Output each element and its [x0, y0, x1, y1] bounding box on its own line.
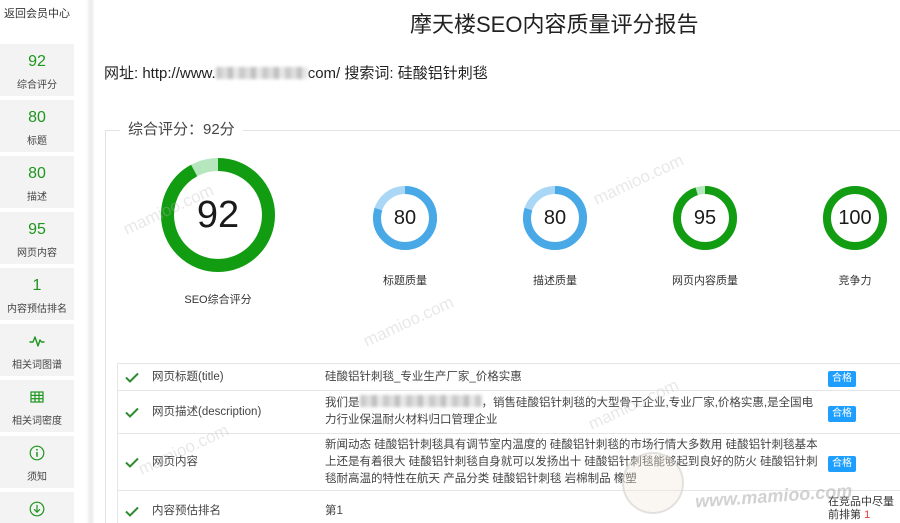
url-suffix: com/ [307, 65, 341, 82]
sidebar-item-label: 标题 [27, 136, 47, 147]
row-check [118, 491, 150, 517]
sidebar-item-related-word-density[interactable]: 相关词密度 [0, 380, 74, 432]
sidebar-item-value: 80 [28, 165, 46, 182]
url-line: 网址: http://www. com/ 搜索词: 硅酸铝针刺毯 [104, 64, 488, 84]
rank-note-value: 1 [864, 509, 871, 521]
rank-note-label: 前排第 [828, 509, 861, 521]
sidebar-item-content-score[interactable]: 95 网页内容 [0, 212, 74, 264]
check-icon [125, 506, 139, 517]
sidebar-item-label: 相关词图谱 [12, 360, 62, 371]
status-badge: 合格 [828, 405, 856, 422]
row-name: 网页标题(title) [152, 370, 224, 383]
rank-note-position: 前排第 1 [828, 509, 900, 522]
sidebar-item-notice[interactable]: 须知 [0, 436, 74, 488]
row-name: 网页内容 [152, 455, 198, 468]
row-value: 新闻动态 硅酸铝针刺毯具有调节室内温度的 硅酸铝针刺毯的市场行情大多数用 硅酸铝… [325, 438, 818, 485]
row-status: 合格 [825, 403, 900, 422]
status-badge: 合格 [828, 455, 856, 472]
status-badge: 合格 [828, 370, 856, 387]
gauge-value: 100 [838, 207, 872, 229]
sidebar-item-title-score[interactable]: 80 标题 [0, 100, 74, 152]
check-icon [125, 407, 139, 418]
info-icon [29, 445, 45, 461]
overall-score-legend: 综合评分：92分 [120, 120, 243, 140]
sidebar-item-value: 92 [28, 53, 46, 70]
sidebar: 返回会员中心 92 综合评分 80 标题 80 描述 95 网页内容 1 内容预… [0, 0, 75, 523]
check-icon [125, 372, 139, 383]
gauge-value: 92 [196, 194, 240, 236]
gauge-title-quality: 80 标题质量 [360, 185, 450, 289]
check-icon [125, 457, 139, 468]
sidebar-item-label: 相关词密度 [12, 416, 62, 427]
pulse-icon [29, 333, 45, 349]
gauge-label: 标题质量 [383, 275, 427, 287]
gauge-value: 95 [693, 207, 717, 229]
sidebar-item-label: 描述 [27, 192, 47, 203]
gauge-label: 网页内容质量 [672, 275, 738, 287]
download-icon [29, 501, 45, 517]
keyword: 硅酸铝针刺毯 [397, 65, 488, 82]
row-name: 网页描述(description) [152, 405, 262, 418]
sidebar-item-label: 综合评分 [17, 80, 57, 91]
watermark-avatar [622, 452, 684, 514]
sidebar-divider [86, 0, 94, 523]
gauge-seo-overall: 92 SEO综合评分 [160, 157, 276, 309]
sidebar-item-value: 1 [32, 277, 42, 294]
gauge-label: 竞争力 [838, 275, 872, 287]
sidebar-item-description-score[interactable]: 80 描述 [0, 156, 74, 208]
gauge-label: SEO综合评分 [184, 294, 252, 306]
sidebar-item-related-word-graph[interactable]: 相关词图谱 [0, 324, 74, 376]
sidebar-item-estimated-rank[interactable]: 1 内容预估排名 [0, 268, 74, 320]
sidebar-item-value: 95 [28, 221, 46, 238]
page-title: 摩天楼SEO内容质量评分报告 [410, 12, 699, 37]
gauge-competitiveness: 100 竞争力 [810, 185, 900, 289]
sidebar-item-value: 80 [28, 109, 46, 126]
row-status: 合格 [825, 368, 900, 387]
back-to-member-center-link[interactable]: 返回会员中心 [4, 7, 70, 21]
redacted-company-name [359, 395, 482, 407]
table-row: 网页标题(title) 硅酸铝针刺毯_专业生产厂家_价格实惠 合格 [118, 364, 900, 391]
sidebar-item-label: 须知 [27, 472, 47, 483]
row-name: 内容预估排名 [152, 505, 221, 517]
url-label: 网址: [104, 65, 139, 82]
row-check [118, 407, 150, 418]
sidebar-item-overall-score[interactable]: 92 综合评分 [0, 44, 74, 96]
table-row: 网页描述(description) 我们是 ，销售硅酸铝针刺毯的大型骨干企业,专业… [118, 391, 900, 434]
gauge-label: 描述质量 [533, 275, 577, 287]
row-status: 合格 [825, 453, 900, 472]
gauge-value: 80 [543, 207, 567, 229]
row-value-prefix: 我们是 [325, 397, 360, 409]
row-check [118, 457, 150, 468]
gauge-value: 80 [393, 207, 417, 229]
row-value: 硅酸铝针刺毯_专业生产厂家_价格实惠 [325, 370, 522, 383]
table-row: 网页内容 新闻动态 硅酸铝针刺毯具有调节室内温度的 硅酸铝针刺毯的市场行情大多数… [118, 434, 900, 491]
sidebar-item-label: 内容预估排名 [7, 304, 67, 315]
grid-icon [29, 389, 45, 405]
gauge-description-quality: 80 描述质量 [510, 185, 600, 289]
keyword-label: 搜索词: [344, 65, 394, 82]
redacted-domain [215, 67, 308, 79]
url-prefix: http://www. [142, 65, 216, 82]
row-value: 我们是 ，销售硅酸铝针刺毯的大型骨干企业,专业厂家,价格实惠,是全国电力行业保温耐… [322, 395, 825, 429]
sidebar-item-label: 网页内容 [17, 248, 57, 259]
gauge-content-quality: 95 网页内容质量 [660, 185, 750, 289]
row-check [118, 372, 150, 383]
sidebar-item-download[interactable] [0, 492, 74, 523]
